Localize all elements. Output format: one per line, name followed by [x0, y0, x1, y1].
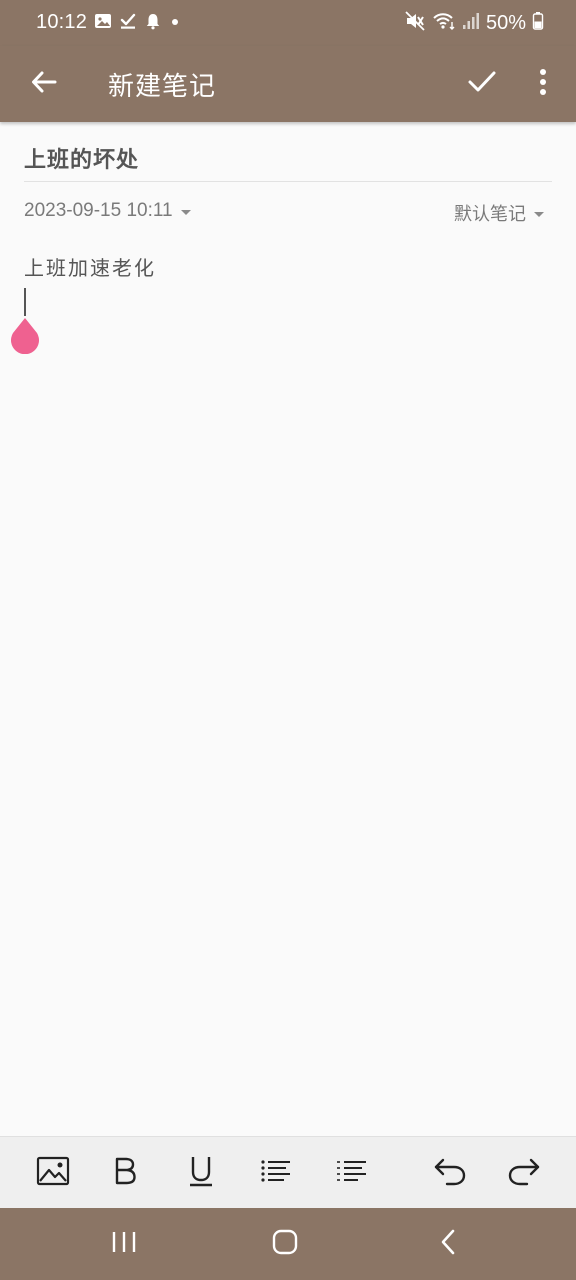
note-title-input[interactable]: 上班的坏处 [24, 142, 552, 178]
redo-icon [507, 1156, 541, 1190]
underline-icon [187, 1155, 215, 1191]
numbered-list-button[interactable] [330, 1151, 374, 1195]
title-divider [24, 181, 552, 182]
status-system-icons: 50% [404, 10, 544, 37]
note-datetime: 2023-09-15 10:11 [24, 200, 173, 221]
status-bar: 10:12 50% [0, 0, 576, 46]
task-check-icon [119, 12, 137, 35]
bold-icon [112, 1156, 138, 1190]
recent-apps-icon [111, 1230, 137, 1258]
text-cursor [24, 288, 26, 316]
bullet-list-button[interactable] [254, 1151, 298, 1195]
note-body-input[interactable]: 上班加速老化 [24, 252, 156, 281]
undo-button[interactable] [428, 1151, 472, 1195]
bell-icon [144, 12, 162, 35]
back-icon [438, 1228, 458, 1260]
gallery-icon [94, 12, 112, 35]
system-navigation-bar [0, 1208, 576, 1280]
status-notification-icons [94, 12, 181, 35]
chevron-down-icon [534, 211, 544, 217]
wifi-icon [432, 10, 456, 37]
date-selector[interactable]: 2023-09-15 10:11 [24, 200, 191, 222]
insert-image-icon [36, 1156, 70, 1190]
mute-icon [404, 10, 426, 37]
bullet-list-icon [260, 1158, 292, 1188]
bold-button[interactable] [103, 1151, 147, 1195]
dot-icon [169, 12, 181, 35]
recent-apps-button[interactable] [100, 1224, 148, 1264]
undo-icon [433, 1156, 467, 1190]
nav-back-button[interactable] [424, 1224, 472, 1264]
status-time: 10:12 [36, 11, 88, 33]
signal-icon [462, 11, 480, 36]
arrow-left-icon [30, 68, 58, 100]
numbered-list-icon [336, 1158, 368, 1188]
redo-button[interactable] [502, 1151, 546, 1195]
save-button[interactable] [460, 62, 504, 106]
more-options-button[interactable] [522, 62, 564, 106]
battery-icon [532, 11, 544, 36]
cursor-handle[interactable] [9, 318, 41, 355]
underline-button[interactable] [179, 1151, 223, 1195]
insert-image-button[interactable] [31, 1151, 75, 1195]
format-toolbar [0, 1136, 576, 1209]
check-icon [467, 67, 497, 101]
more-vert-icon [538, 68, 548, 100]
back-button[interactable] [22, 62, 66, 106]
page-title: 新建笔记 [108, 72, 217, 102]
battery-percent: 50% [485, 12, 526, 34]
chevron-down-icon [180, 209, 191, 215]
notebook-label: 默认笔记 [454, 204, 526, 225]
home-icon [272, 1229, 298, 1259]
notebook-selector[interactable]: 默认笔记 [454, 200, 544, 226]
app-bar: 新建笔记 [0, 46, 576, 122]
home-button[interactable] [261, 1224, 309, 1264]
